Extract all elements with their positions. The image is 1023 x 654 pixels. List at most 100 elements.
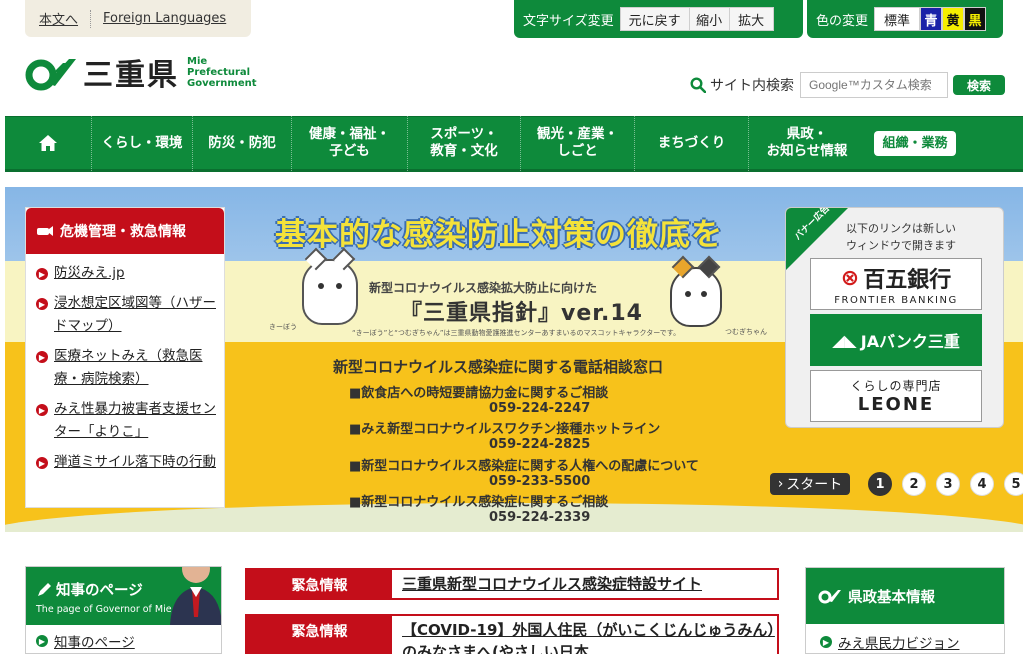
ad-hyakugo-name: 百五銀行 <box>863 268 952 293</box>
kensei-header[interactable]: 県政基本情報 <box>806 568 1004 624</box>
kensei-list: ▶ みえ県民力ビジョン <box>806 624 1004 652</box>
font-size-control: 文字サイズ変更 元に戻す 縮小 拡大 <box>514 0 803 38</box>
site-search: サイト内検索 検索 <box>690 72 1005 98</box>
font-size-label: 文字サイズ変更 <box>523 13 614 29</box>
nav-bousai[interactable]: 防災・防犯 <box>192 115 291 171</box>
siren-icon <box>37 226 53 236</box>
crisis-list: ▶ 防災みえ.jp ▶ 浸水想定区域図等（ハザードマップ） ▶ 医療ネットみえ（救急医… <box>26 254 224 474</box>
crisis-header: 危機管理・救急情報 <box>26 208 224 254</box>
logo-sub-line: Prefectural <box>187 66 251 78</box>
governor-page-link[interactable]: ▶ 知事のページ <box>26 625 221 651</box>
ad-hyakugo-logo: ⊗ 百五銀行 <box>841 262 951 294</box>
ja-mark-icon: ◢◣ <box>832 330 857 350</box>
prefecture-emblem-icon <box>25 59 76 91</box>
skip-to-content-link[interactable]: 本文へ <box>39 9 78 28</box>
ad-ja-bank[interactable]: ◢◣ JAバンク三重 <box>810 314 982 366</box>
emergency-tag: 緊急情報 <box>247 616 392 654</box>
arrow-right-icon: ▶ <box>36 268 48 280</box>
banner-note-line: ウィンドウで開きます <box>846 239 956 252</box>
nav-home[interactable] <box>5 115 91 171</box>
governor-header[interactable]: 知事のページ The page of Governor of Mie <box>26 567 221 625</box>
color-blue-button[interactable]: 青 <box>920 7 943 31</box>
emergency-news-item[interactable]: 緊急情報 【COVID-19】外国人住民（がいこくじんじゅうみん）のみなさまへ(… <box>245 614 779 654</box>
tel-item-number: 059-224-2825 <box>489 437 591 452</box>
governor-box: 知事のページ The page of Governor of Mie ▶ 知事のペ… <box>25 566 222 654</box>
arrow-right-icon: ▶ <box>36 457 48 469</box>
ad-leone[interactable]: くらしの専門店 LEONE <box>810 370 982 422</box>
emergency-news-item[interactable]: 緊急情報 三重県新型コロナウイルス感染症特設サイト <box>245 568 779 600</box>
emergency-link-text: 三重県新型コロナウイルス感染症特設サイト <box>402 575 703 593</box>
global-navigation: くらし・環境 防災・防犯 健康・福祉・ 子ども スポーツ・ 教育・文化 観光・産… <box>5 115 1023 172</box>
ad-ja-name: JAバンク三重 <box>860 332 960 351</box>
crisis-title: 危機管理・救急情報 <box>60 224 186 240</box>
arrow-right-icon: ▶ <box>36 298 48 310</box>
kensei-vision-link[interactable]: ▶ みえ県民力ビジョン <box>806 624 1004 652</box>
tel-item-label: ■新型コロナウイルス感染症に関する人権への配慮について <box>349 459 699 474</box>
arrow-right-icon: ▶ <box>36 351 48 363</box>
nav-machizukuri[interactable]: まちづくり <box>634 115 748 171</box>
ad-leone-tagline: くらしの専門店 <box>850 379 942 393</box>
site-logo[interactable]: 三重県 Mie Prefectural Government <box>25 50 257 94</box>
emergency-message: 三重県新型コロナウイルス感染症特設サイト <box>392 570 777 598</box>
slider-page-dot[interactable]: 4 <box>970 472 994 496</box>
slider-start-button[interactable]: › スタート <box>770 473 850 495</box>
tel-item-label: ■新型コロナウイルス感染症に関するご相談 <box>349 495 609 510</box>
crisis-link-label: 弾道ミサイル落下時の行動 <box>54 454 216 470</box>
ad-hyakugo-tagline: FRONTIER BANKING <box>834 295 958 306</box>
hero-title: 基本的な感染防止対策の徹底を <box>275 217 723 253</box>
search-input[interactable] <box>800 72 948 98</box>
tel-consultation-title: 新型コロナウイルス感染症に関する電話相談窓口 <box>333 358 664 376</box>
ad-hyakugo-bank[interactable]: ⊗ 百五銀行 FRONTIER BANKING <box>810 258 982 310</box>
slider-page-dot[interactable]: 5 <box>1004 472 1023 496</box>
crisis-link-yoriko[interactable]: ▶ みえ性暴力被害者支援センター「よりこ」 <box>36 398 216 444</box>
color-standard-button[interactable]: 標準 <box>874 7 921 31</box>
font-reset-button[interactable]: 元に戻す <box>619 7 690 31</box>
crisis-link-hazard[interactable]: ▶ 浸水想定区域図等（ハザードマップ） <box>36 292 216 338</box>
hero-mascot-note: “きーぼう”と“つむぎちゃん”は三重県動物愛護推進センターあすまいるのマスコット… <box>352 329 681 337</box>
crisis-link-medical[interactable]: ▶ 医療ネットみえ（救急医療・病院検索） <box>36 345 216 391</box>
crisis-link-bousai[interactable]: ▶ 防災みえ.jp <box>36 262 216 285</box>
crisis-link-label: みえ性暴力被害者支援センター「よりこ」 <box>54 401 216 440</box>
slider-controls: › スタート 1 2 3 4 5 <box>770 472 1023 496</box>
nav-soshiki[interactable]: 組織・業務 <box>865 115 965 171</box>
mascot-left-name: きーぼう <box>269 323 297 331</box>
slider-page-dot[interactable]: 3 <box>936 472 960 496</box>
nav-sports[interactable]: スポーツ・ 教育・文化 <box>407 115 520 171</box>
banner-ads: バナー広告 以下のリンクは新しい ウィンドウで開きます ⊗ 百五銀行 FRONTI… <box>785 207 1004 428</box>
banner-note: 以下のリンクは新しい ウィンドウで開きます <box>846 220 956 254</box>
color-black-button[interactable]: 黒 <box>964 7 987 31</box>
slider-page-dot[interactable]: 1 <box>868 472 892 496</box>
kensei-link-label: みえ県民力ビジョン <box>838 636 960 652</box>
logo-sub-line: Mie <box>187 55 208 67</box>
nav-kenko[interactable]: 健康・福祉・ 子ども <box>291 115 407 171</box>
crisis-link-label: 医療ネットみえ（救急医療・病院検索） <box>54 348 203 387</box>
divider <box>90 9 92 28</box>
tel-item-number: 059-224-2339 <box>489 510 591 525</box>
prefecture-emblem-icon <box>818 590 841 604</box>
color-change-label: 色の変更 <box>816 13 869 29</box>
arrow-right-icon: ▶ <box>820 636 832 648</box>
arrow-right-icon: ▶ <box>36 635 48 647</box>
nav-kanko[interactable]: 観光・産業・ しごと <box>520 115 634 171</box>
foreign-languages-link[interactable]: Foreign Languages <box>103 11 226 26</box>
governor-title: 知事のページ <box>56 583 143 599</box>
mascot-kibou-image <box>302 247 358 325</box>
font-smaller-button[interactable]: 縮小 <box>689 7 730 31</box>
slider-page-dot[interactable]: 2 <box>902 472 926 496</box>
color-yellow-button[interactable]: 黄 <box>942 7 965 31</box>
hyakugo-mark-icon: ⊗ <box>840 265 860 291</box>
nav-soshiki-label: 組織・業務 <box>874 130 956 156</box>
emergency-message: 【COVID-19】外国人住民（がいこくじんじゅうみん）のみなさまへ(やさしい日… <box>392 616 777 654</box>
slider-start-label: スタート <box>786 477 843 493</box>
kensei-title: 県政基本情報 <box>848 589 935 606</box>
color-change-control: 色の変更 標準 青 黄 黒 <box>807 0 1003 38</box>
crisis-link-missile[interactable]: ▶ 弾道ミサイル落下時の行動 <box>36 451 216 474</box>
tel-item-number: 059-233-5500 <box>489 474 591 489</box>
mascot-tsumugi-image <box>670 255 722 327</box>
crisis-management-box: 危機管理・救急情報 ▶ 防災みえ.jp ▶ 浸水想定区域図等（ハザードマップ） ▶ 医… <box>25 207 225 508</box>
nav-kurashi[interactable]: くらし・環境 <box>91 115 192 171</box>
font-larger-button[interactable]: 拡大 <box>729 7 774 31</box>
logo-name: 三重県 <box>83 58 179 93</box>
search-button[interactable]: 検索 <box>953 75 1005 95</box>
nav-kensei[interactable]: 県政・ お知らせ情報 <box>748 115 865 171</box>
